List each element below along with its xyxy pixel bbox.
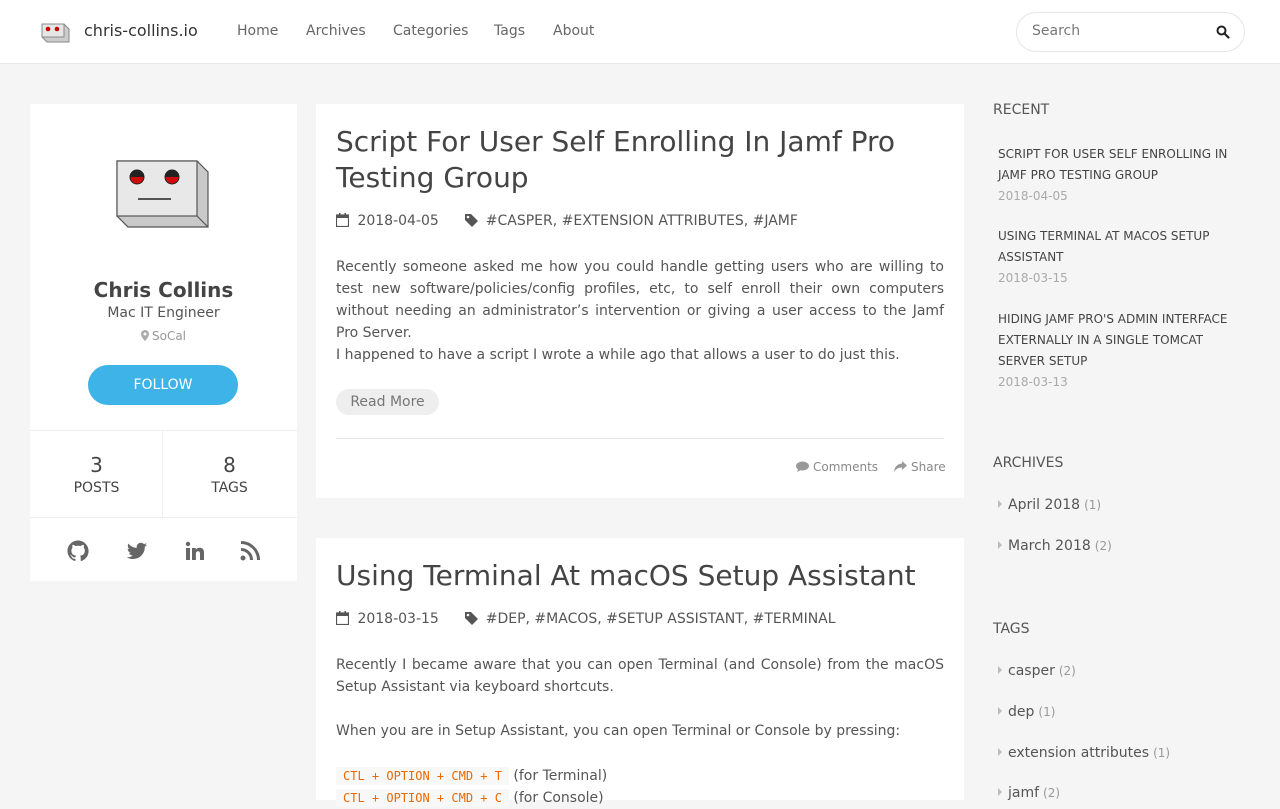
post-meta: 2018-04-05 #CASPER, #EXTENSION ATTRIBUTE… xyxy=(335,213,798,229)
recent-post-item[interactable]: Hiding Jamf Pro's Admin Interface Extern… xyxy=(998,309,1238,392)
posts-label: POSTS xyxy=(73,480,120,496)
post-tags[interactable]: #DEP, #MACOS, #SETUP ASSISTANT, #TERMINA… xyxy=(486,611,836,627)
shortcut-note: (for Console) xyxy=(513,790,604,806)
recent-post-date: 2018-03-13 xyxy=(998,375,1068,389)
tags-label: TAGS xyxy=(211,480,248,496)
archive-item[interactable]: April 2018 (1) xyxy=(998,497,1101,513)
shortcut-note: (for Terminal) xyxy=(513,768,608,784)
caret-right-icon xyxy=(998,541,1002,549)
posts-stat[interactable]: 3 POSTS xyxy=(30,431,163,517)
code-snippet: CTL + OPTION + CMD + T xyxy=(336,767,509,785)
comments-link[interactable]: Comments xyxy=(796,460,878,474)
shortcut-line: CTL + OPTION + CMD + T (for Terminal) xyxy=(336,765,944,787)
post-excerpt: I happened to have a script I wrote a wh… xyxy=(336,347,900,363)
post-meta: 2018-03-15 #DEP, #MACOS, #SETUP ASSISTAN… xyxy=(335,611,836,627)
divider xyxy=(336,438,944,439)
nav-home[interactable]: Home xyxy=(237,23,278,39)
post-excerpt: Recently I became aware that you can ope… xyxy=(336,657,944,695)
comments-label: Comments xyxy=(813,460,879,474)
search-icon[interactable] xyxy=(1216,25,1230,39)
tag-count: (1) xyxy=(1038,705,1056,719)
profile-location: SoCal xyxy=(30,329,297,343)
tag-count: (2) xyxy=(1058,664,1076,678)
comment-icon xyxy=(796,461,809,472)
archive-count: (2) xyxy=(1094,539,1112,553)
recent-post-item[interactable]: Using Terminal At macOS Setup Assistant … xyxy=(998,226,1238,288)
location-label: SoCal xyxy=(151,329,187,343)
tag-count: (1) xyxy=(1153,746,1171,760)
profile-stats: 3 POSTS 8 TAGS xyxy=(30,430,297,518)
follow-button[interactable]: FOLLOW xyxy=(88,365,238,405)
calendar-icon xyxy=(335,611,350,626)
recent-post-date: 2018-03-15 xyxy=(998,271,1068,285)
post-title[interactable]: Using Terminal At macOS Setup Assistant xyxy=(336,558,936,594)
map-marker-icon xyxy=(140,330,149,341)
tag-icon xyxy=(465,214,479,227)
search-input[interactable] xyxy=(1032,23,1202,39)
post-card: Using Terminal At macOS Setup Assistant … xyxy=(316,538,964,807)
profile-name: Chris Collins xyxy=(93,278,234,302)
brand-name[interactable]: chris-collins.io xyxy=(84,21,198,40)
caret-right-icon xyxy=(998,788,1002,796)
avatar xyxy=(116,160,209,228)
archive-label[interactable]: April 2018 xyxy=(1008,497,1080,513)
archive-count: (1) xyxy=(1084,498,1102,512)
post-excerpt: When you are in Setup Assistant, you can… xyxy=(336,723,901,739)
nav-about[interactable]: About xyxy=(553,23,594,39)
tag-item[interactable]: jamf (2) xyxy=(998,785,1060,801)
recent-post-date: 2018-04-05 xyxy=(998,189,1068,203)
archive-label[interactable]: March 2018 xyxy=(1008,538,1091,554)
recent-post-item[interactable]: Script For User Self Enrolling In Jamf P… xyxy=(998,144,1238,206)
archives-heading: ARCHIVES xyxy=(993,455,1064,471)
calendar-icon xyxy=(335,213,350,228)
tags-count: 8 xyxy=(223,453,236,477)
code-snippet: CTL + OPTION + CMD + C xyxy=(336,789,509,807)
nav-archives[interactable]: Archives xyxy=(306,23,366,39)
tag-item[interactable]: casper (2) xyxy=(998,663,1076,679)
top-navbar: chris-collins.io Home Archives Categorie… xyxy=(0,0,1280,64)
caret-right-icon xyxy=(998,707,1002,715)
profile-card: Chris Collins Mac IT Engineer SoCal FOLL… xyxy=(30,104,297,581)
archive-item[interactable]: March 2018 (2) xyxy=(998,538,1112,554)
nav-tags[interactable]: Tags xyxy=(494,23,525,39)
recent-heading: RECENT xyxy=(993,102,1050,118)
recent-post-title[interactable]: Hiding Jamf Pro's Admin Interface Extern… xyxy=(998,309,1238,372)
tag-label[interactable]: jamf xyxy=(1008,785,1039,801)
tags-stat[interactable]: 8 TAGS xyxy=(163,431,296,517)
rss-icon[interactable] xyxy=(238,539,262,563)
recent-post-title[interactable]: Script For User Self Enrolling In Jamf P… xyxy=(998,144,1238,186)
posts-count: 3 xyxy=(90,453,103,477)
tag-count: (2) xyxy=(1043,786,1061,800)
post-card: Script For User Self Enrolling In Jamf P… xyxy=(316,104,964,498)
read-more-button[interactable]: Read More xyxy=(336,389,439,415)
recent-post-title[interactable]: Using Terminal At macOS Setup Assistant xyxy=(998,226,1238,268)
tag-label[interactable]: casper xyxy=(1008,663,1055,679)
share-icon xyxy=(894,461,907,472)
share-link[interactable]: Share xyxy=(894,460,946,474)
caret-right-icon xyxy=(998,666,1002,674)
tag-label[interactable]: extension attributes xyxy=(1008,745,1149,761)
tag-item[interactable]: extension attributes (1) xyxy=(998,745,1170,761)
post-date: 2018-03-15 xyxy=(357,611,439,627)
tag-item[interactable]: dep (1) xyxy=(998,704,1055,720)
search-box xyxy=(1016,12,1245,52)
caret-right-icon xyxy=(998,500,1002,508)
nav-categories[interactable]: Categories xyxy=(393,23,468,39)
github-icon[interactable] xyxy=(66,539,90,563)
post-excerpt: Recently someone asked me how you could … xyxy=(336,259,944,341)
tags-heading: TAGS xyxy=(993,621,1030,637)
share-label: Share xyxy=(911,460,946,474)
post-title[interactable]: Script For User Self Enrolling In Jamf P… xyxy=(336,124,936,196)
twitter-icon[interactable] xyxy=(125,539,149,563)
caret-right-icon xyxy=(998,748,1002,756)
shortcut-line: CTL + OPTION + CMD + C (for Console) xyxy=(336,787,944,809)
linkedin-icon[interactable] xyxy=(183,539,207,563)
site-logo-icon[interactable] xyxy=(40,21,70,43)
post-date: 2018-04-05 xyxy=(357,213,439,229)
tag-icon xyxy=(465,612,479,625)
post-tags[interactable]: #CASPER, #EXTENSION ATTRIBUTES, #JAMF xyxy=(486,213,798,229)
profile-role: Mac IT Engineer xyxy=(107,305,220,321)
tag-label[interactable]: dep xyxy=(1008,704,1034,720)
